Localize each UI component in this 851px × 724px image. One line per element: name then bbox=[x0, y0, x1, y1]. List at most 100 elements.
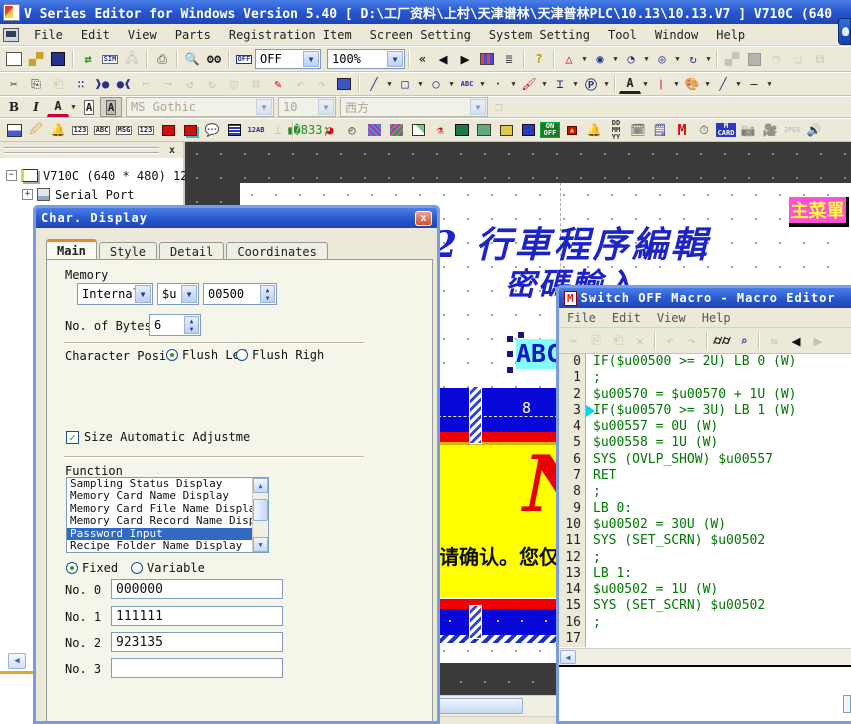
next-screen-icon[interactable]: ▶ bbox=[454, 49, 476, 69]
back-icon[interactable]: ◀ bbox=[785, 331, 807, 351]
macro-menu-item[interactable]: File bbox=[559, 309, 604, 327]
first-screen-icon[interactable]: « bbox=[413, 49, 432, 69]
spin-down-icon[interactable]: ▼ bbox=[261, 294, 274, 302]
chevron-down-icon[interactable]: ▼ bbox=[642, 49, 651, 69]
apply-font-icon[interactable]: ❒ bbox=[488, 97, 510, 117]
chevron-down-icon[interactable]: ▼ bbox=[672, 74, 681, 94]
window-edit-icon[interactable]: ❏ bbox=[787, 49, 809, 69]
bytes-spinner[interactable]: 6 ▲▼ bbox=[149, 314, 201, 336]
paint-tool-icon[interactable]: 🖌 bbox=[518, 74, 540, 94]
macro-code-line[interactable]: 4 $u00557 = 0U (W) bbox=[559, 419, 851, 435]
find-icon[interactable]: ⌭⌭ bbox=[711, 331, 733, 351]
chevron-down-icon[interactable]: ▼ bbox=[135, 285, 151, 303]
step-icon[interactable]: ⇆ bbox=[763, 331, 785, 351]
messenger-tray-icon[interactable] bbox=[838, 18, 851, 45]
macro-code-line[interactable]: 12 ; bbox=[559, 550, 851, 566]
num-display-icon[interactable]: 123 bbox=[69, 120, 91, 140]
send-back-icon[interactable]: ●❰ bbox=[113, 74, 135, 94]
chevron-down-icon[interactable]: ▼ bbox=[571, 74, 580, 94]
macro-title-bar[interactable]: M Switch OFF Macro - Macro Editor bbox=[559, 288, 851, 308]
zoom-tool-icon[interactable]: 🔍 bbox=[181, 49, 203, 69]
macro-code-line[interactable]: 8 ; bbox=[559, 484, 851, 500]
simulator-icon[interactable]: SIM bbox=[99, 49, 121, 69]
chevron-down-icon[interactable]: ▼ bbox=[703, 74, 712, 94]
line-graph-icon[interactable] bbox=[407, 120, 429, 140]
save-library-icon[interactable] bbox=[743, 49, 765, 69]
menu-item[interactable]: File bbox=[25, 26, 72, 44]
hatch-selection-bar[interactable] bbox=[469, 605, 482, 639]
new-icon[interactable] bbox=[3, 49, 25, 69]
time-display-icon[interactable]: ⏱ bbox=[693, 120, 715, 140]
chevron-down-icon[interactable]: ▼ bbox=[69, 97, 78, 117]
macro-hscrollbar[interactable]: ◀ bbox=[559, 648, 851, 665]
menu-item[interactable]: View bbox=[119, 26, 166, 44]
sample-display-icon[interactable]: 12AB bbox=[245, 120, 267, 140]
macro-code-line[interactable]: 7 RET bbox=[559, 468, 851, 484]
item-list-icon[interactable]: ≣ bbox=[498, 49, 520, 69]
align-right-icon[interactable]: ¬ bbox=[157, 74, 179, 94]
hatch-selection-bar[interactable] bbox=[469, 386, 482, 444]
marker-pen-icon[interactable]: ✎ bbox=[267, 74, 289, 94]
flush-right-radio[interactable]: Flush Righ bbox=[236, 348, 324, 362]
select-screen-icon[interactable] bbox=[333, 74, 355, 94]
macro-code-line[interactable]: 10 $u00502 = 30U (W) bbox=[559, 517, 851, 533]
image2-part-icon[interactable] bbox=[473, 120, 495, 140]
radio-icon[interactable] bbox=[66, 562, 78, 574]
rect-tool-icon[interactable]: □ bbox=[394, 74, 416, 94]
entry-display-icon[interactable] bbox=[179, 120, 201, 140]
open-library-icon[interactable]: ▄▀ bbox=[721, 49, 743, 69]
spin-up-icon[interactable]: ▲ bbox=[185, 317, 198, 325]
charset-select[interactable]: 西方▼ bbox=[340, 97, 488, 117]
circle-tool-icon[interactable]: ○ bbox=[425, 74, 447, 94]
char-display-icon[interactable]: ABC bbox=[91, 120, 113, 140]
comment-part-icon[interactable]: 💬 bbox=[201, 120, 223, 140]
cut-icon[interactable]: ✂ bbox=[3, 74, 25, 94]
keypad-part-icon[interactable] bbox=[223, 120, 245, 140]
menu-item[interactable]: Tool bbox=[599, 26, 646, 44]
lamp-part-icon[interactable]: 🖉 bbox=[25, 120, 47, 140]
spin-down-icon[interactable]: ▼ bbox=[185, 325, 198, 333]
forward-icon[interactable]: ▶ bbox=[807, 331, 829, 351]
macro-code-line[interactable]: 1 ; bbox=[559, 370, 851, 386]
gradation-icon[interactable] bbox=[385, 120, 407, 140]
tab-main[interactable]: Main bbox=[46, 239, 97, 260]
chevron-down-icon[interactable]: ▼ bbox=[641, 74, 650, 94]
delete-icon[interactable]: ✕ bbox=[629, 331, 651, 351]
selection-handle[interactable] bbox=[507, 351, 513, 357]
chevron-down-icon[interactable]: ▼ bbox=[580, 49, 589, 69]
align-left-icon[interactable]: ⌐ bbox=[135, 74, 157, 94]
closed-area-icon[interactable] bbox=[363, 120, 385, 140]
bring-front-icon[interactable]: ❱● bbox=[91, 74, 113, 94]
memory-device-select[interactable]: $u▼ bbox=[157, 283, 199, 305]
macro-code-line[interactable]: 11 SYS (SET_SCRN) $u00502 bbox=[559, 533, 851, 549]
font-size-select[interactable]: 10▼ bbox=[278, 97, 336, 117]
macro-menu-item[interactable]: Edit bbox=[604, 309, 649, 327]
table-data-icon[interactable]: 123 bbox=[135, 120, 157, 140]
menu-item[interactable]: Help bbox=[707, 26, 754, 44]
collapse-icon[interactable]: − bbox=[6, 170, 17, 181]
chevron-down-icon[interactable]: ▼ bbox=[181, 285, 197, 303]
macro-code-line[interactable]: 14 $u00502 = 1U (W) bbox=[559, 582, 851, 598]
chevron-down-icon[interactable]: ▼ bbox=[611, 49, 620, 69]
redo-icon[interactable]: ↷ bbox=[311, 74, 333, 94]
panel-close-icon[interactable]: x bbox=[165, 144, 179, 157]
zoom-level-select[interactable]: 100%▼ bbox=[327, 49, 405, 69]
open-icon[interactable]: ▄▀ bbox=[25, 49, 47, 69]
cut-icon[interactable]: ✂ bbox=[563, 331, 585, 351]
checkbox-check-icon[interactable]: ✓ bbox=[66, 431, 79, 444]
preview-eyes-icon[interactable]: ʘʘ bbox=[203, 49, 225, 69]
function-item[interactable]: Memory Card Name Display bbox=[67, 490, 268, 502]
radio-icon[interactable] bbox=[236, 349, 248, 361]
chevron-down-icon[interactable]: ▼ bbox=[704, 49, 713, 69]
function-item[interactable]: Recipe Folder Name Display bbox=[67, 540, 268, 552]
dialog-title-bar[interactable]: Char. Display x bbox=[36, 208, 437, 228]
prev-screen-icon[interactable]: ◀ bbox=[432, 49, 454, 69]
distribute-h-icon[interactable]: ◫ bbox=[223, 74, 245, 94]
chevron-down-icon[interactable]: ▼ bbox=[540, 74, 549, 94]
macro-code-line[interactable]: 16 ; bbox=[559, 615, 851, 631]
fixed-radio[interactable]: Fixed bbox=[66, 561, 118, 575]
copy-icon[interactable]: ⎘ bbox=[585, 331, 607, 351]
sound-part-icon[interactable]: 🔊 bbox=[803, 120, 825, 140]
scroll-up-icon[interactable]: ▲ bbox=[253, 478, 268, 493]
italic-icon[interactable]: I bbox=[25, 97, 47, 117]
